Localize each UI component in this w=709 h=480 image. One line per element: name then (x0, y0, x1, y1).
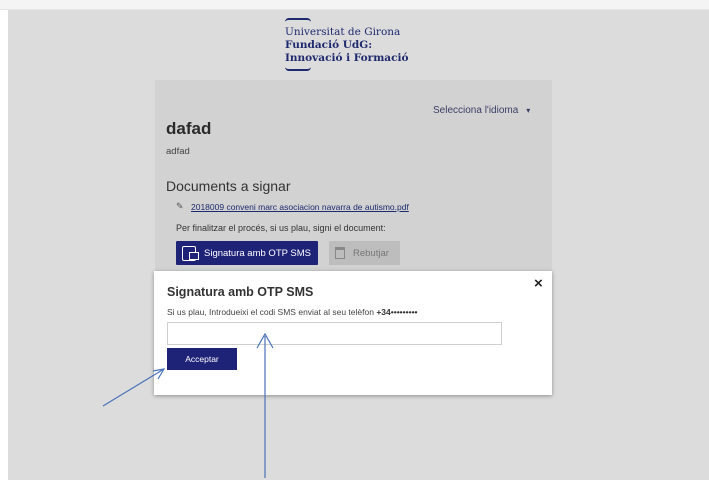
annotation-arrows (102, 332, 274, 478)
arrow-to-accept-button (102, 368, 165, 407)
